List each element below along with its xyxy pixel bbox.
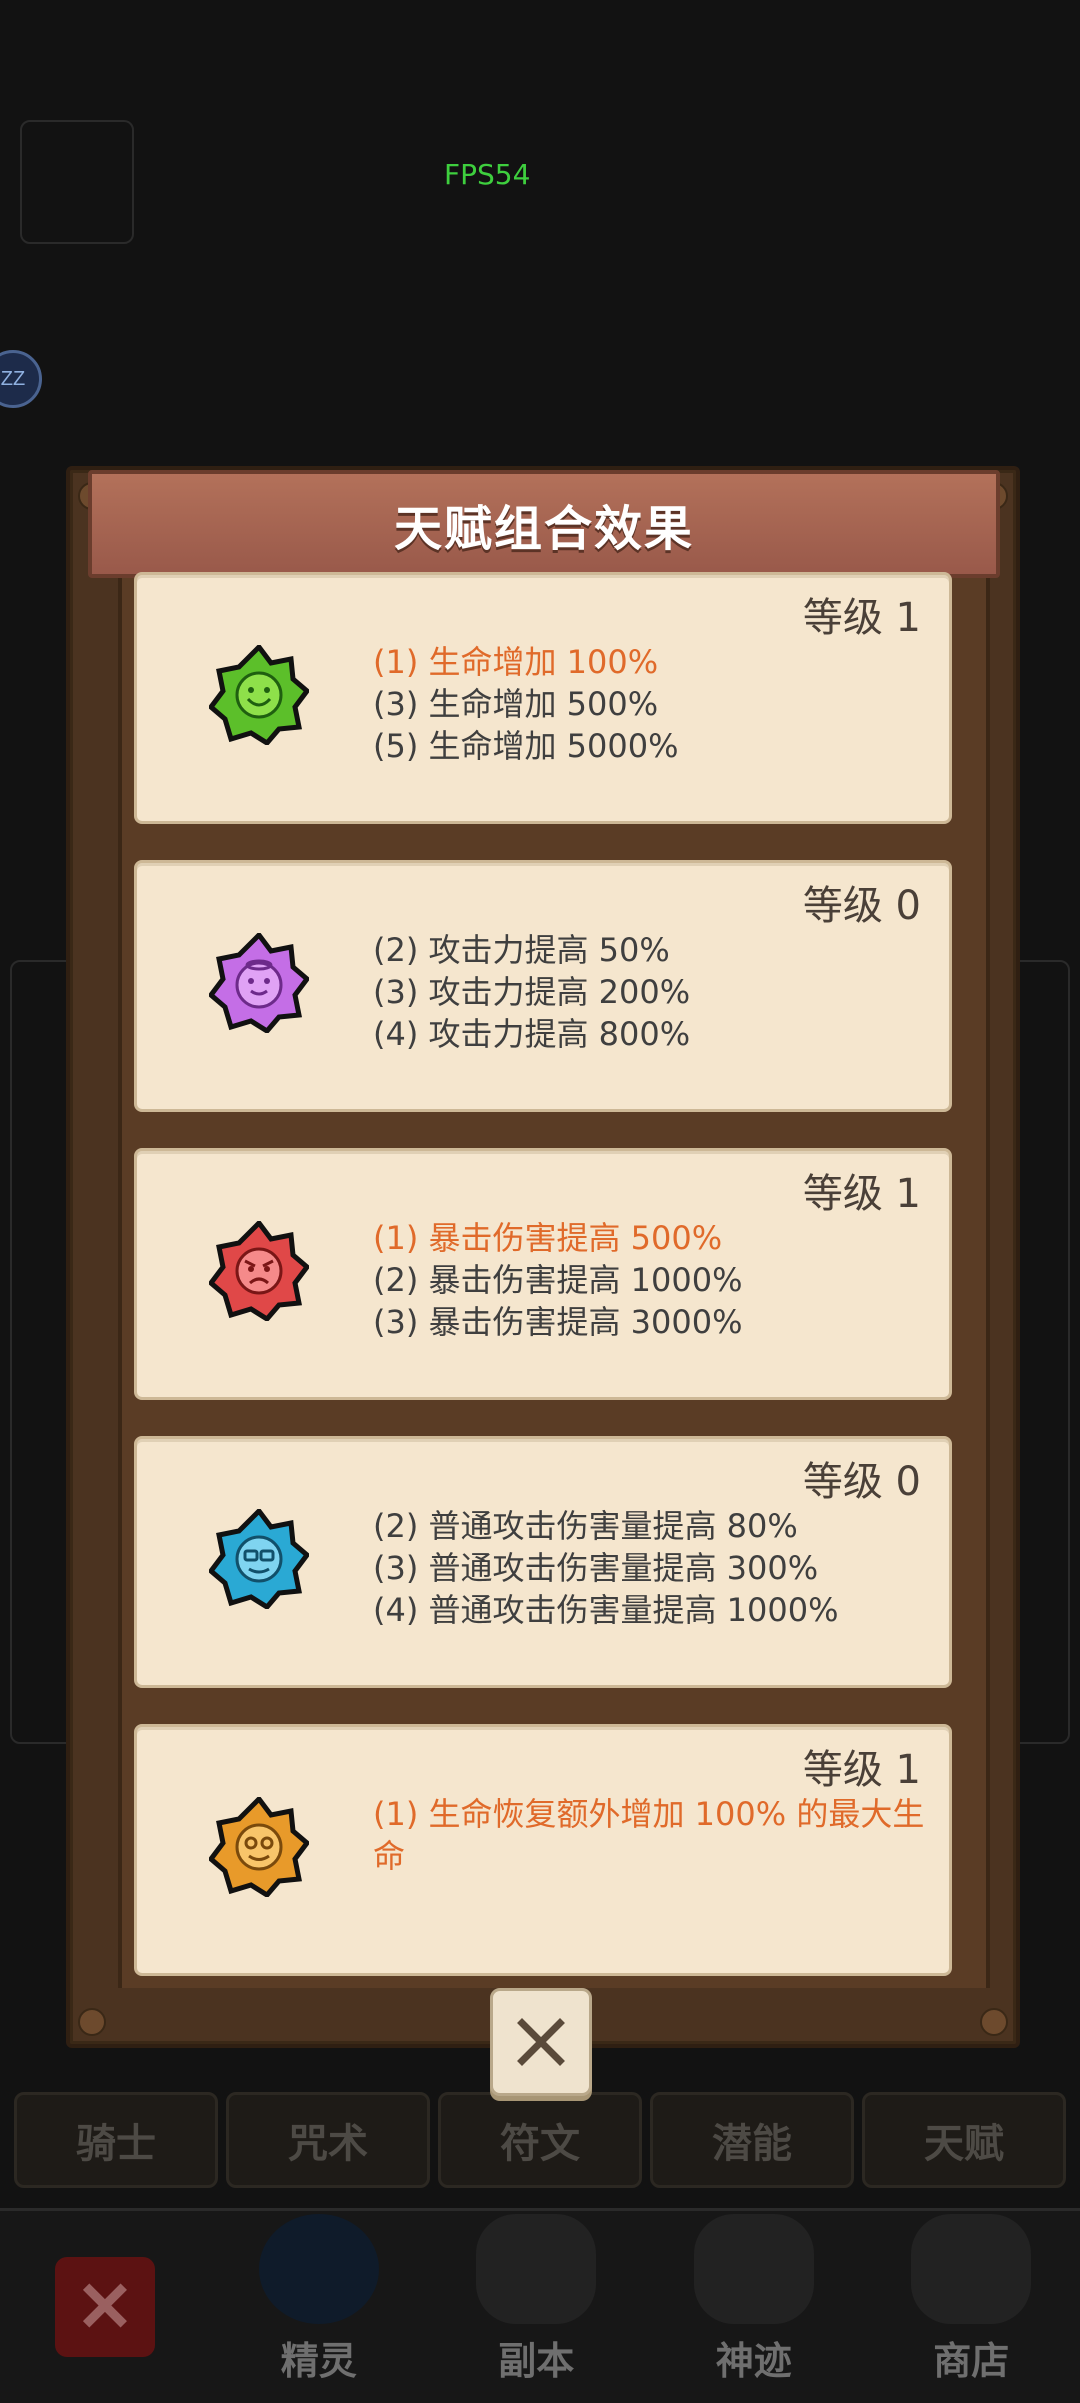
effect-line: (3) 普通攻击伤害量提高 300% [373, 1547, 945, 1589]
rivet-decoration [78, 2008, 106, 2036]
glasses-face-icon [209, 1509, 309, 1609]
effect-line: (2) 攻击力提高 50% [373, 929, 945, 971]
angel-face-icon [209, 933, 309, 1033]
nav-close-button[interactable]: ✕ [0, 2211, 210, 2403]
modal-close-button[interactable] [490, 1988, 592, 2096]
heart-eyes-face-icon [209, 1797, 309, 1897]
background-avatar-frame [20, 120, 134, 244]
shop-icon [911, 2214, 1031, 2324]
effect-line: (2) 普通攻击伤害量提高 80% [373, 1505, 945, 1547]
nav-item-label: 副本 [498, 2330, 574, 2385]
level-label: 等级 1 [803, 585, 921, 643]
talent-combo-card: 等级 1 (1) 生命增加 100% (3) 生命增加 500% (5) 生命增… [134, 572, 952, 824]
tab-curse[interactable]: 咒术 [226, 2092, 430, 2188]
tab-potential[interactable]: 潜能 [650, 2092, 854, 2188]
nav-item-spirit[interactable]: 精灵 [210, 2211, 428, 2403]
effect-lines: (1) 暴击伤害提高 500% (2) 暴击伤害提高 1000% (3) 暴击伤… [373, 1217, 945, 1343]
effect-line: (4) 普通攻击伤害量提高 1000% [373, 1589, 945, 1631]
effect-line: (1) 暴击伤害提高 500% [373, 1217, 945, 1259]
talent-combo-card: 等级 0 (2) 攻击力提高 50% (3) 攻击力提高 200% (4) 攻击… [134, 860, 952, 1112]
effect-line: (3) 生命增加 500% [373, 683, 945, 725]
talent-category-tabs: 骑士 咒术 符文 潜能 天赋 [14, 2092, 1066, 2188]
level-label: 等级 0 [803, 873, 921, 931]
dungeon-gate-icon [476, 2214, 596, 2324]
spirit-icon [259, 2214, 379, 2324]
level-label: 等级 1 [803, 1737, 921, 1795]
effect-line: (3) 攻击力提高 200% [373, 971, 945, 1013]
close-icon: ✕ [55, 2257, 155, 2357]
effect-lines: (2) 普通攻击伤害量提高 80% (3) 普通攻击伤害量提高 300% (4)… [373, 1505, 945, 1631]
nav-item-label: 神迹 [716, 2330, 792, 2385]
fps-counter: FPS54 [444, 158, 530, 191]
effect-line: (4) 攻击力提高 800% [373, 1013, 945, 1055]
level-label: 等级 1 [803, 1161, 921, 1219]
smile-face-icon [209, 645, 309, 745]
effect-line: (1) 生命增加 100% [373, 641, 945, 683]
effect-line: (3) 暴击伤害提高 3000% [373, 1301, 945, 1343]
talent-combo-card: 等级 0 (2) 普通攻击伤害量提高 80% (3) 普通攻击伤害量提高 300… [134, 1436, 952, 1688]
angry-face-icon [209, 1221, 309, 1321]
effect-lines: (1) 生命恢复额外增加 100% 的最大生命 [373, 1793, 945, 1877]
close-icon [514, 2015, 568, 2069]
tab-talent[interactable]: 天赋 [862, 2092, 1066, 2188]
tab-knight[interactable]: 骑士 [14, 2092, 218, 2188]
nav-item-dungeon[interactable]: 副本 [428, 2211, 646, 2403]
effect-lines: (1) 生命增加 100% (3) 生命增加 500% (5) 生命增加 500… [373, 641, 945, 767]
nav-item-miracle[interactable]: 神迹 [645, 2211, 863, 2403]
level-label: 等级 0 [803, 1449, 921, 1507]
miracle-house-icon [694, 2214, 814, 2324]
tab-rune[interactable]: 符文 [438, 2092, 642, 2188]
talent-combo-card: 等级 1 (1) 暴击伤害提高 500% (2) 暴击伤害提高 1000% (3… [134, 1148, 952, 1400]
bottom-nav-bar: ✕ 精灵 副本 神迹 商店 [0, 2208, 1080, 2403]
effect-lines: (2) 攻击力提高 50% (3) 攻击力提高 200% (4) 攻击力提高 8… [373, 929, 945, 1055]
effect-line: (1) 生命恢复额外增加 100% 的最大生命 [373, 1793, 945, 1877]
rivet-decoration [980, 2008, 1008, 2036]
effect-line: (5) 生命增加 5000% [373, 725, 945, 767]
modal-title: 天赋组合效果 [394, 489, 694, 559]
modal-title-board: 天赋组合效果 [88, 470, 1000, 578]
talent-combo-card: 等级 1 (1) 生命恢复额外增加 100% 的最大生命 [134, 1724, 952, 1976]
nav-item-label: 商店 [933, 2330, 1009, 2385]
effect-line: (2) 暴击伤害提高 1000% [373, 1259, 945, 1301]
nav-item-label: 精灵 [281, 2330, 357, 2385]
nav-item-shop[interactable]: 商店 [863, 2211, 1080, 2403]
